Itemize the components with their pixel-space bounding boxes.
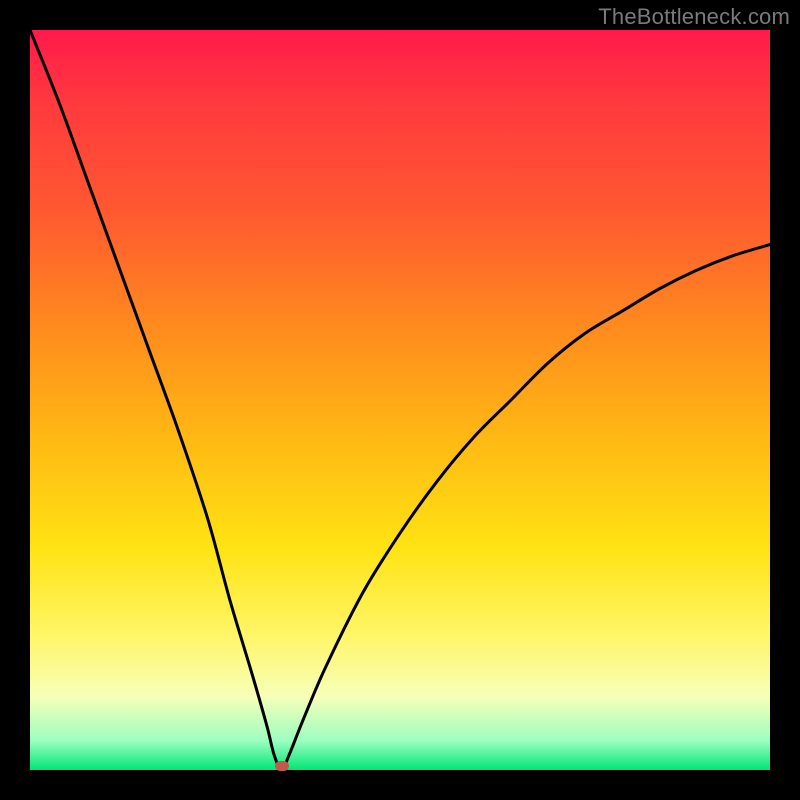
optimum-marker xyxy=(275,761,289,771)
watermark-text: TheBottleneck.com xyxy=(598,4,790,30)
chart-frame: TheBottleneck.com xyxy=(0,0,800,800)
plot-area xyxy=(30,30,770,770)
bottleneck-curve xyxy=(30,30,770,770)
